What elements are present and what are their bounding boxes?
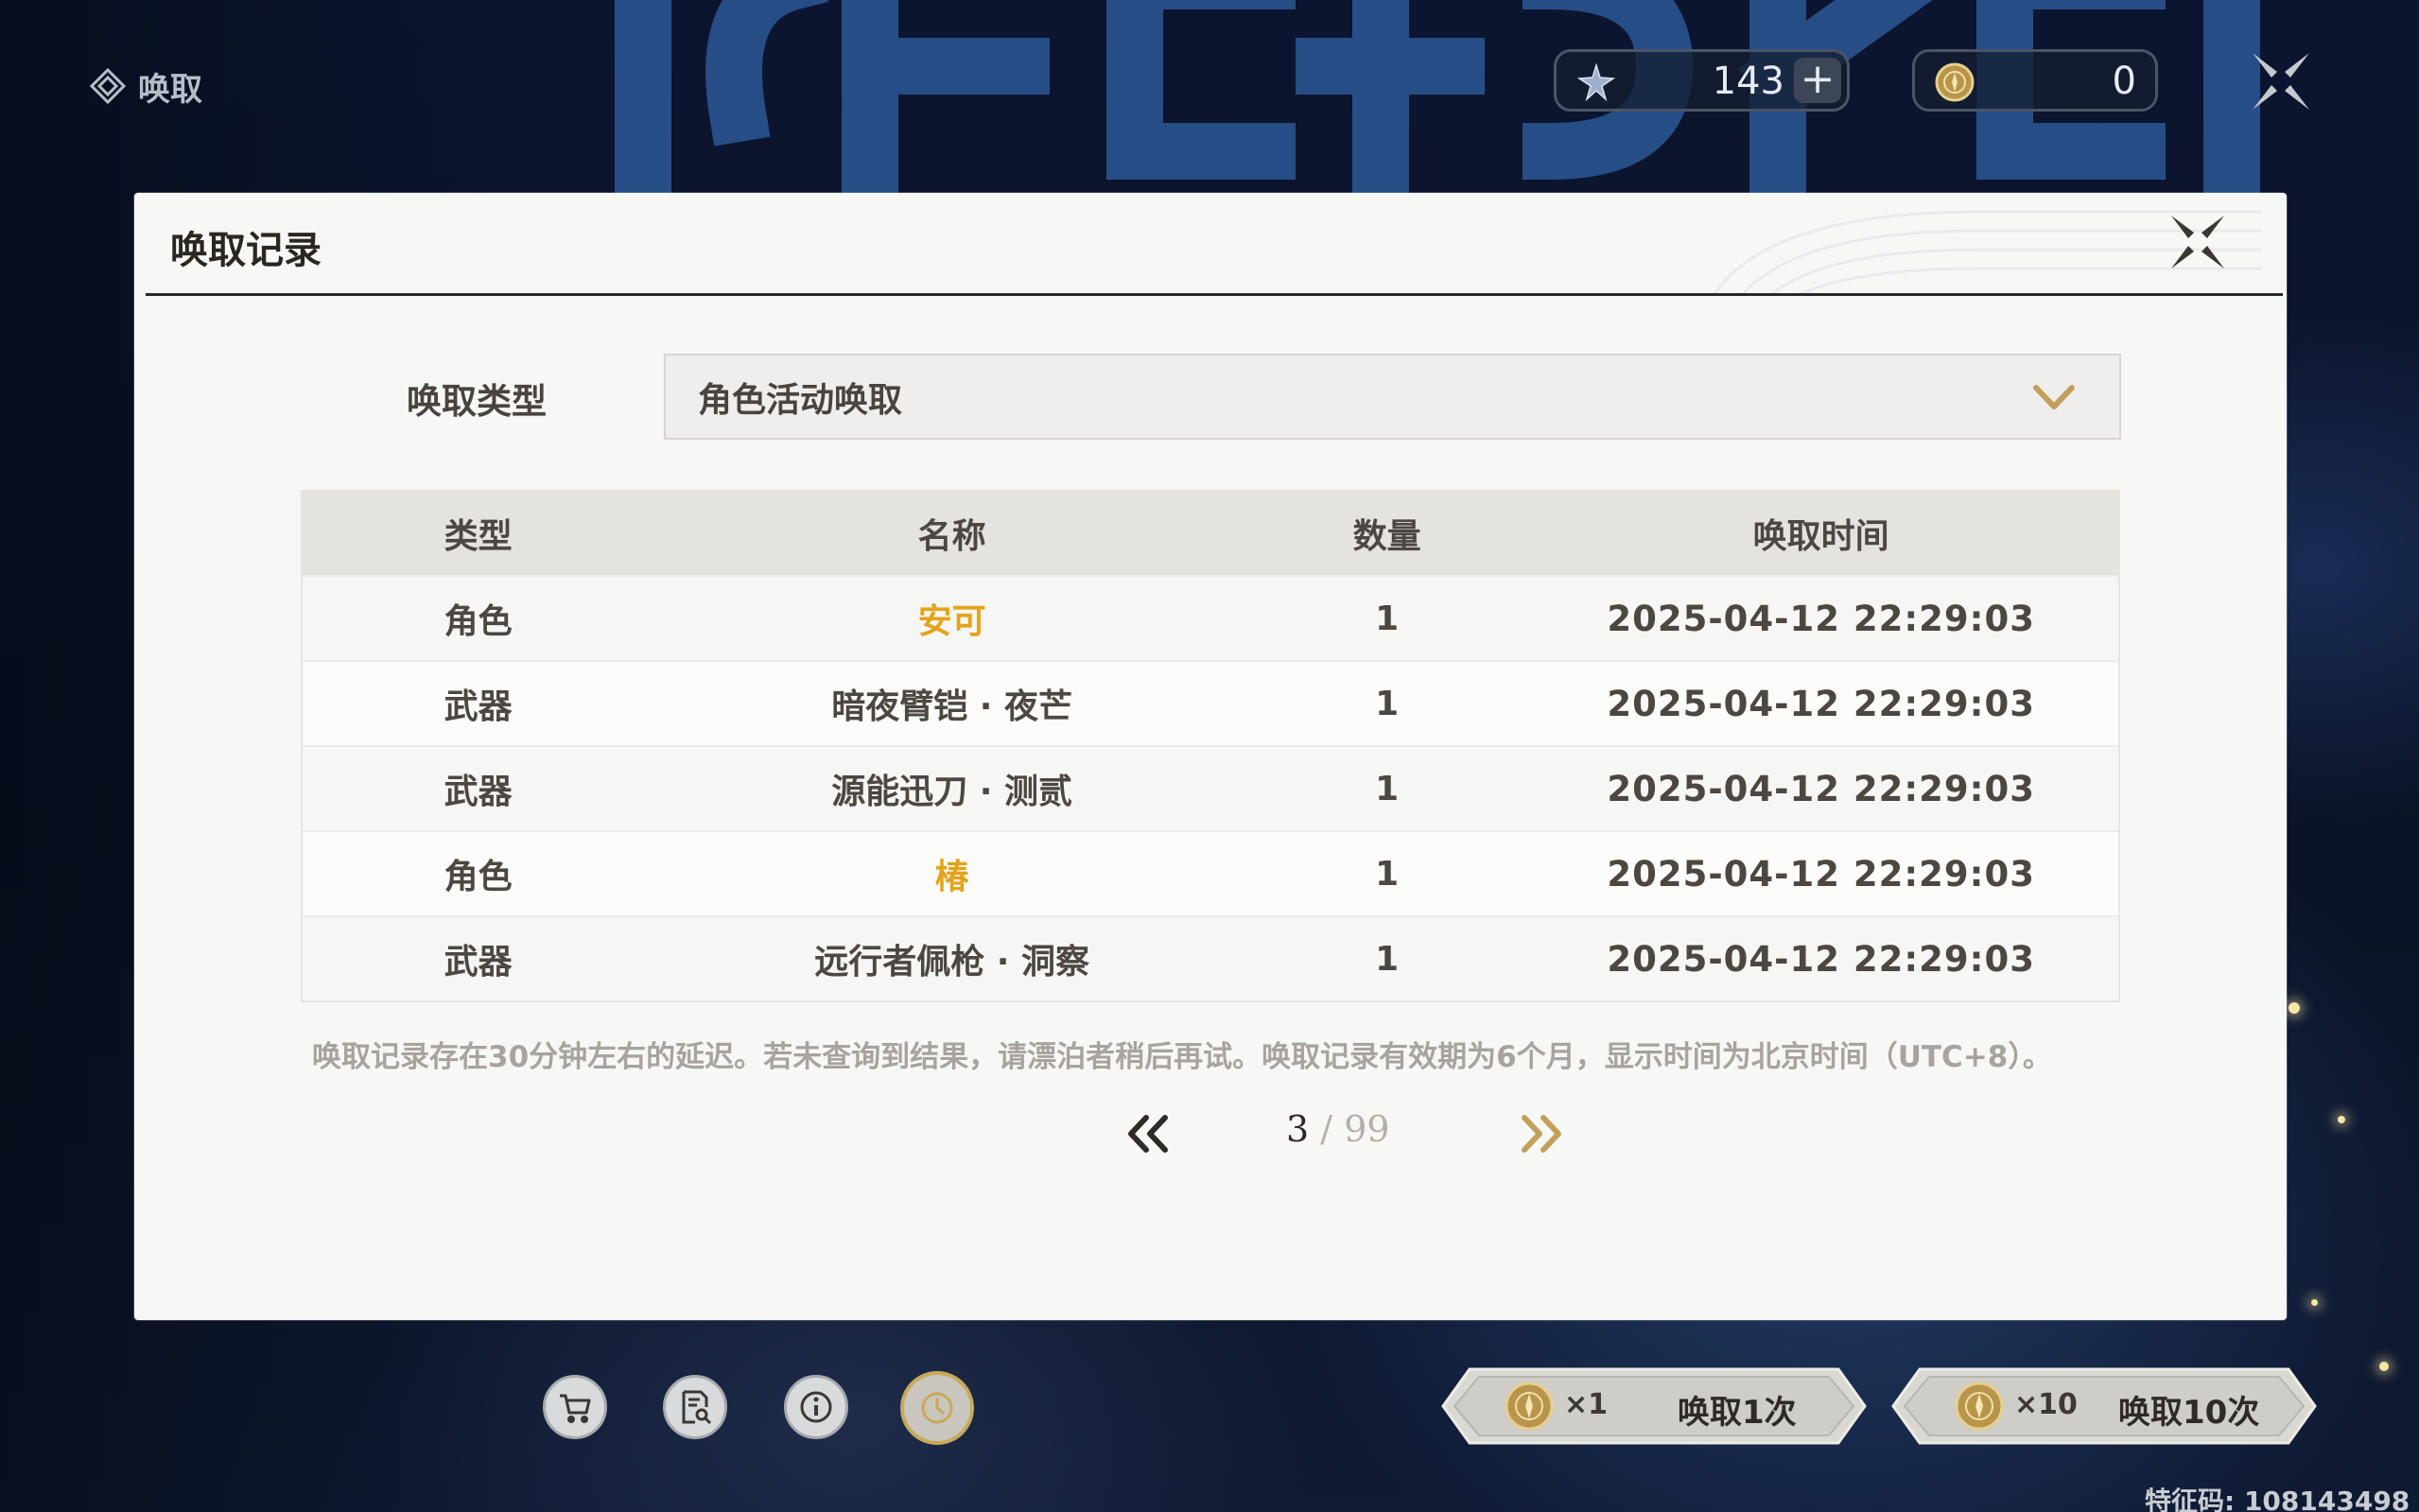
- double-chevron-right-icon[interactable]: [1517, 1112, 1566, 1156]
- info-button[interactable]: [784, 1375, 848, 1439]
- shop-button[interactable]: [543, 1375, 607, 1439]
- row-name: 椿: [934, 858, 969, 896]
- row-name: 暗夜臂铠 · 夜芒: [831, 687, 1072, 726]
- plus-icon: +: [1800, 55, 1836, 103]
- row-name: 安可: [917, 602, 986, 641]
- row-quantity: 1: [1375, 599, 1400, 638]
- summon-type-select[interactable]: 角色活动唤取: [664, 354, 2121, 440]
- table-row: 武器 远行者佩枪 · 洞察 1 2025-04-12 22:29:03: [303, 915, 2118, 1000]
- summon-compass-icon: [89, 67, 127, 105]
- summon-history-dialog: 唤取记录 唤取类型 角色活动唤取 类型 名称 数量 唤取时间 角色 安可 1 2…: [134, 193, 2287, 1320]
- coin-icon: [1505, 1382, 1554, 1431]
- row-type: 角色: [444, 858, 513, 896]
- row-quantity: 1: [1375, 684, 1400, 723]
- sparkle: [2338, 1116, 2345, 1123]
- page-title-label: 唤取: [138, 70, 202, 109]
- star-icon: [1576, 62, 1616, 102]
- cart-icon: [560, 1394, 591, 1423]
- table-body: 角色 安可 1 2025-04-12 22:29:03 武器 暗夜臂铠 · 夜芒…: [303, 575, 2118, 1000]
- star-currency: 143 +: [1554, 49, 1850, 112]
- table-row: 武器 源能迅刀 · 测贰 1 2025-04-12 22:29:03: [303, 745, 2118, 830]
- table-row: 角色 安可 1 2025-04-12 22:29:03: [303, 575, 2118, 660]
- sparkle: [2379, 1362, 2389, 1371]
- row-time: 2025-04-12 22:29:03: [1607, 598, 2035, 639]
- document-search-icon: [682, 1390, 712, 1425]
- page-indicator: 3 / 99: [1286, 1108, 1390, 1150]
- coin-currency-value: 0: [2112, 60, 2136, 103]
- coin-currency: 0: [1912, 49, 2158, 112]
- close-icon[interactable]: [2247, 47, 2315, 115]
- row-type: 角色: [444, 602, 513, 641]
- row-type: 武器: [444, 687, 513, 726]
- row-time: 2025-04-12 22:29:03: [1607, 683, 2035, 724]
- table-header: 类型 名称 数量 唤取时间: [303, 492, 2118, 575]
- column-header-type: 类型: [444, 517, 513, 556]
- chevron-down-icon: [2033, 385, 2075, 409]
- double-chevron-left-icon[interactable]: [1123, 1112, 1173, 1156]
- sparkle: [2311, 1299, 2318, 1306]
- row-quantity: 1: [1375, 854, 1400, 894]
- dialog-header: 唤取记录: [134, 193, 2287, 297]
- summon-ten-cost: ×10: [2014, 1388, 2078, 1421]
- history-button[interactable]: [900, 1371, 974, 1445]
- coin-icon: [1935, 62, 1975, 102]
- column-header-time: 唤取时间: [1752, 517, 1889, 556]
- pagination: 3 / 99: [982, 1097, 1606, 1173]
- page-separator: /: [1320, 1108, 1333, 1150]
- row-type: 武器: [444, 773, 513, 811]
- total-pages: 99: [1344, 1108, 1390, 1150]
- row-quantity: 1: [1375, 939, 1400, 979]
- current-page: 3: [1286, 1108, 1310, 1150]
- info-icon: [800, 1391, 832, 1423]
- row-time: 2025-04-12 22:29:03: [1607, 853, 2035, 895]
- table-row: 角色 椿 1 2025-04-12 22:29:03: [303, 830, 2118, 915]
- clock-icon: [921, 1392, 953, 1424]
- summon-type-label: 唤取类型: [407, 381, 547, 422]
- history-table: 类型 名称 数量 唤取时间 角色 安可 1 2025-04-12 22:29:0…: [301, 490, 2120, 1002]
- details-button[interactable]: [663, 1375, 727, 1439]
- close-icon[interactable]: [2167, 212, 2228, 272]
- page-title: 唤取: [89, 62, 202, 110]
- row-name: 源能迅刀 · 测贰: [831, 773, 1072, 811]
- add-currency-button[interactable]: +: [1794, 58, 1841, 103]
- summon-ten-label: 唤取10次: [2118, 1394, 2260, 1432]
- summon-once-cost: ×1: [1564, 1388, 1609, 1421]
- row-time: 2025-04-12 22:29:03: [1607, 768, 2035, 809]
- dialog-title: 唤取记录: [170, 229, 322, 272]
- star-currency-value: 143: [1712, 60, 1784, 103]
- header-divider: [146, 293, 2283, 296]
- row-name: 远行者佩枪 · 洞察: [814, 943, 1089, 982]
- summon-once-label: 唤取1次: [1678, 1394, 1797, 1432]
- summon-once-button[interactable]: ×1 唤取1次: [1441, 1367, 1867, 1445]
- summon-type-value: 角色活动唤取: [698, 380, 903, 420]
- column-header-name: 名称: [917, 517, 986, 556]
- sparkle: [2288, 1002, 2300, 1014]
- row-time: 2025-04-12 22:29:03: [1607, 938, 2035, 980]
- delay-notice: 唤取记录存在30分钟左右的延迟。若未查询到结果，请漂泊者稍后再试。唤取记录有效期…: [312, 1040, 2052, 1074]
- table-row: 武器 暗夜臂铠 · 夜芒 1 2025-04-12 22:29:03: [303, 660, 2118, 745]
- column-header-quantity: 数量: [1352, 517, 1421, 556]
- row-quantity: 1: [1375, 769, 1400, 808]
- coin-icon: [1955, 1382, 2004, 1431]
- feature-code: 特征码: 108143498: [2145, 1486, 2410, 1512]
- row-type: 武器: [444, 943, 513, 982]
- summon-ten-button[interactable]: ×10 唤取10次: [1891, 1367, 2317, 1445]
